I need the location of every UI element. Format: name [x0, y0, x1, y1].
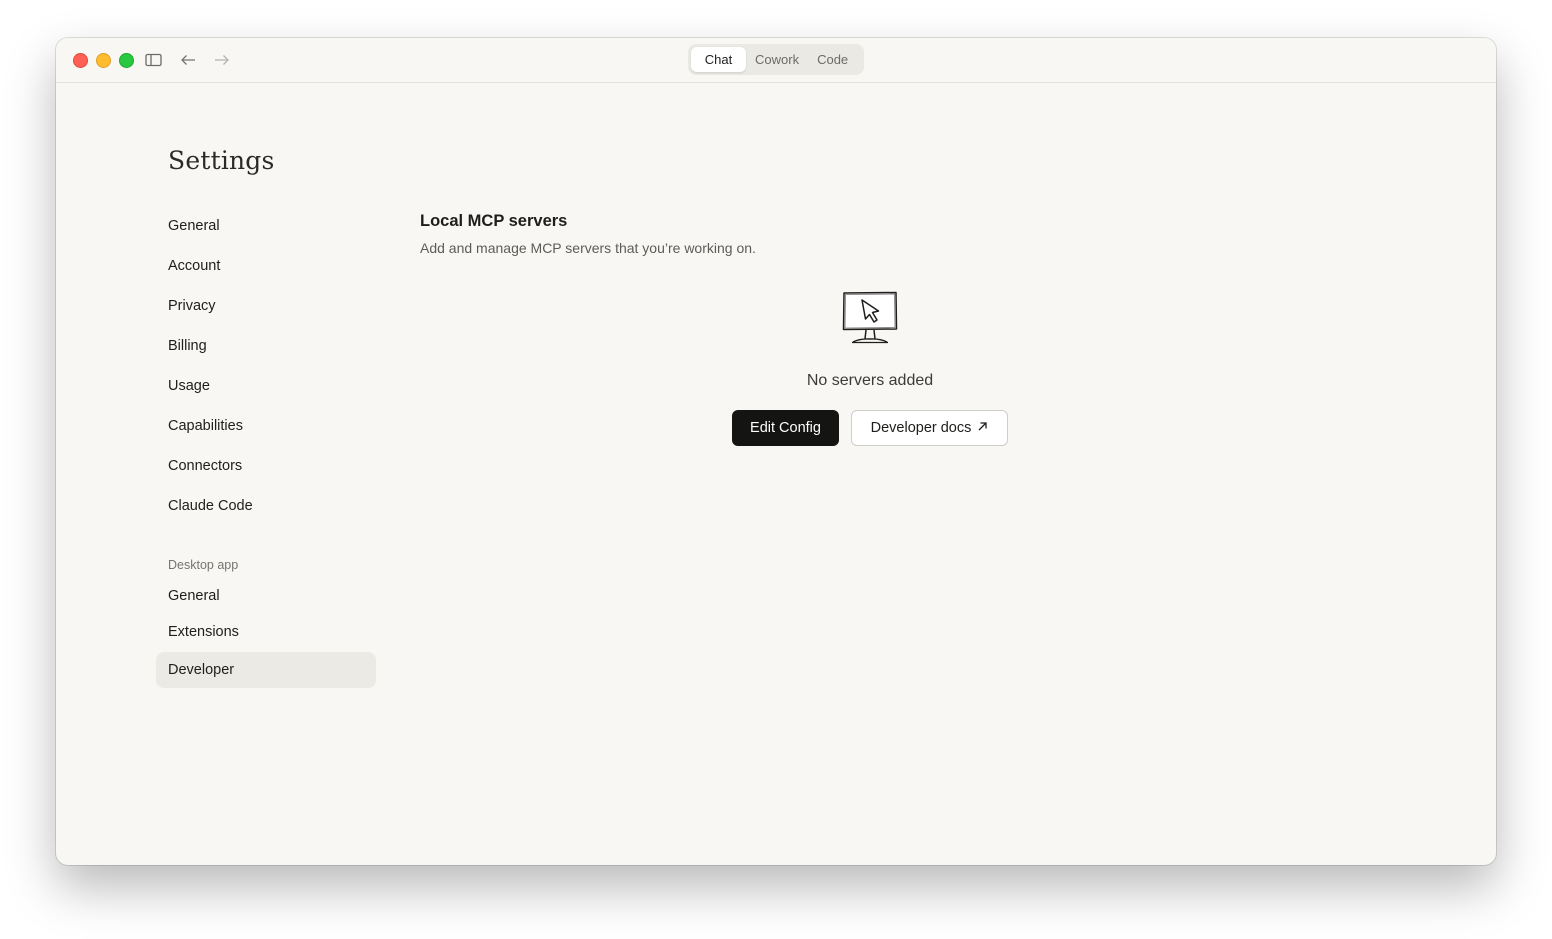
sidebar-item-usage[interactable]: Usage — [156, 368, 376, 404]
sidebar-section-desktop-app: Desktop app — [168, 558, 239, 572]
sidebar-item-extensions[interactable]: Extensions — [156, 614, 376, 650]
empty-state-text: No servers added — [806, 372, 934, 389]
sidebar-item-account[interactable]: Account — [156, 248, 376, 284]
section-title: Local MCP servers — [420, 212, 568, 230]
forward-arrow-icon[interactable] — [213, 51, 231, 69]
back-arrow-icon[interactable] — [179, 51, 197, 69]
maximize-window-button[interactable] — [119, 53, 134, 68]
tab-code[interactable]: Code — [808, 47, 857, 72]
section-description: Add and manage MCP servers that you’re w… — [420, 240, 756, 256]
sidebar-item-general[interactable]: General — [156, 208, 376, 244]
mode-tab-switcher: Chat Cowork Code — [688, 44, 864, 75]
sidebar-item-developer[interactable]: Developer — [156, 652, 376, 688]
app-window: Chat Cowork Code Settings General Accoun… — [56, 38, 1496, 865]
sidebar-item-desktop-general[interactable]: General — [156, 578, 376, 614]
close-window-button[interactable] — [73, 53, 88, 68]
sidebar-item-billing[interactable]: Billing — [156, 328, 376, 364]
page-title: Settings — [168, 146, 275, 175]
sidebar-item-connectors[interactable]: Connectors — [156, 448, 376, 484]
tab-cowork[interactable]: Cowork — [746, 47, 808, 72]
tab-chat[interactable]: Chat — [691, 47, 746, 72]
sidebar-toggle-icon[interactable] — [144, 51, 162, 69]
developer-docs-label: Developer docs — [870, 420, 972, 436]
monitor-cursor-icon — [840, 290, 900, 348]
developer-docs-button[interactable]: Developer docs — [851, 410, 1008, 446]
title-bar: Chat Cowork Code — [56, 38, 1496, 83]
sidebar-item-privacy[interactable]: Privacy — [156, 288, 376, 324]
external-link-icon — [977, 420, 988, 436]
sidebar-item-claude-code[interactable]: Claude Code — [156, 488, 376, 524]
edit-config-button[interactable]: Edit Config — [732, 410, 839, 446]
sidebar-item-capabilities[interactable]: Capabilities — [156, 408, 376, 444]
minimize-window-button[interactable] — [96, 53, 111, 68]
